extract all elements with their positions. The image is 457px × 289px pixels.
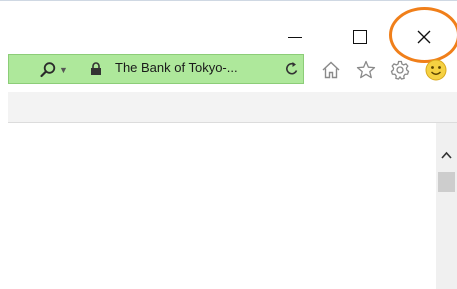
chevron-down-icon: ▼	[59, 65, 68, 75]
smiley-feedback-icon	[425, 59, 447, 81]
maximize-icon	[353, 30, 367, 44]
favorites-star-icon	[356, 60, 376, 79]
page-content[interactable]	[8, 123, 436, 289]
maximize-button[interactable]	[337, 18, 383, 56]
home-icon	[322, 61, 340, 79]
gear-icon	[390, 60, 410, 80]
minimize-button[interactable]	[272, 18, 318, 56]
site-identity-label[interactable]: The Bank of Tokyo-...	[115, 60, 238, 75]
feedback-button[interactable]	[425, 59, 447, 81]
search-dropdown-button[interactable]: ▼	[39, 58, 73, 82]
address-bar[interactable]: ▼ The Bank of Tokyo-...	[8, 54, 304, 84]
tools-button[interactable]	[389, 59, 411, 81]
favorites-button[interactable]	[355, 59, 377, 81]
lock-icon[interactable]	[90, 62, 102, 76]
scroll-up-button[interactable]	[436, 148, 457, 162]
minimize-icon	[288, 36, 302, 38]
close-button-highlight	[389, 7, 457, 63]
command-bar	[8, 92, 457, 122]
vertical-scrollbar[interactable]	[436, 123, 457, 289]
search-icon	[40, 62, 56, 78]
refresh-icon[interactable]	[285, 61, 299, 77]
home-button[interactable]	[320, 59, 342, 81]
scroll-thumb[interactable]	[438, 172, 455, 192]
window-frame	[0, 0, 457, 1]
chevron-up-icon	[441, 151, 452, 159]
